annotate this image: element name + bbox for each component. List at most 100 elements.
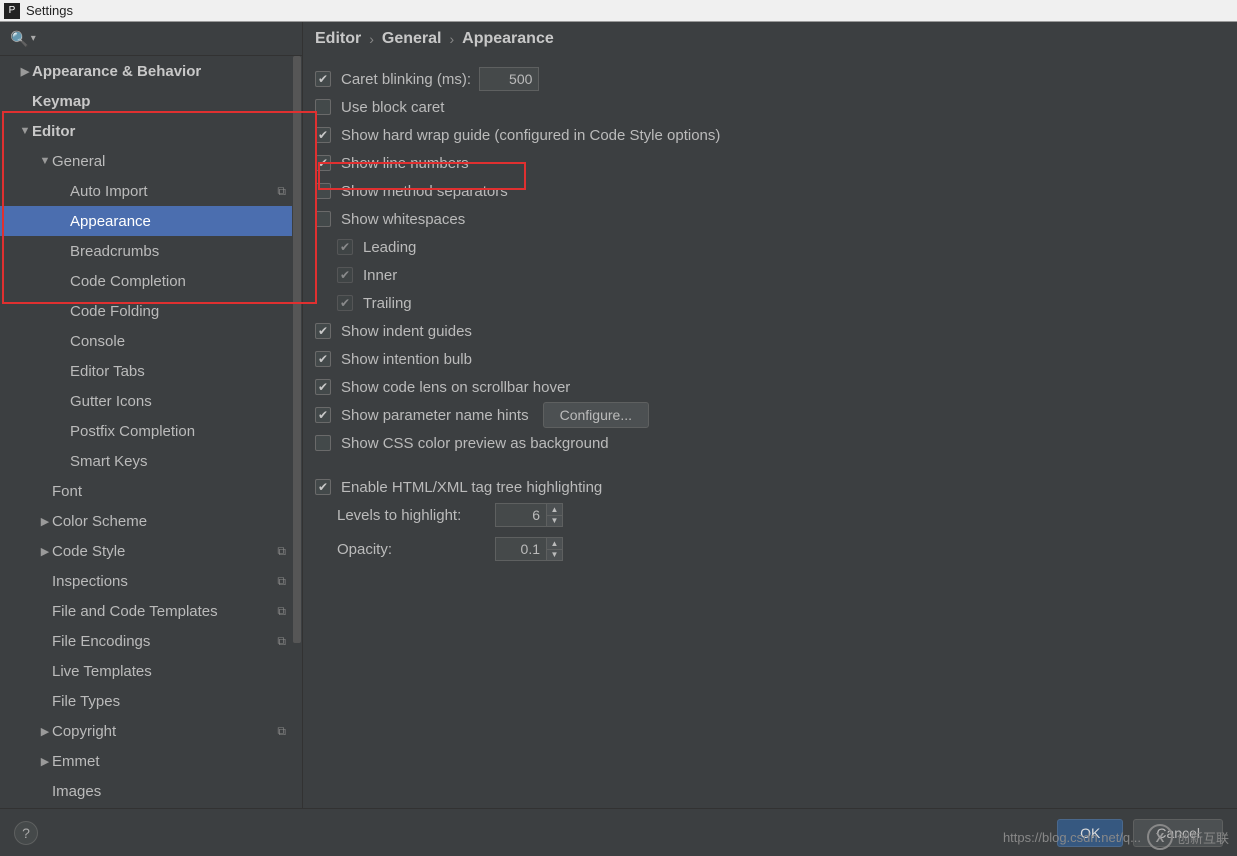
param-hints-label: Show parameter name hints: [341, 407, 529, 424]
tree-arrow-icon[interactable]: [18, 125, 32, 137]
hard-wrap-checkbox[interactable]: [315, 127, 331, 143]
ws-leading-label: Leading: [363, 239, 416, 256]
tree-item-file-types[interactable]: File Types: [0, 686, 302, 716]
tree-item-live-templates[interactable]: Live Templates: [0, 656, 302, 686]
copy-icon[interactable]: ⧉: [277, 574, 286, 589]
tree-item-label: Code Completion: [70, 273, 302, 290]
tree-arrow-icon[interactable]: [18, 65, 32, 78]
tree-arrow-icon[interactable]: [38, 545, 52, 558]
copy-icon[interactable]: ⧉: [277, 634, 286, 649]
line-numbers-checkbox[interactable]: [315, 155, 331, 171]
tree-item-label: Color Scheme: [52, 513, 302, 530]
tree-item-label: Gutter Icons: [70, 393, 302, 410]
copy-icon[interactable]: ⧉: [277, 724, 286, 739]
levels-down-icon[interactable]: ▼: [547, 516, 562, 527]
watermark-logo-icon: X: [1147, 824, 1173, 850]
watermark-brand: 创新互联: [1177, 828, 1229, 847]
sidebar-scrollbar-track[interactable]: [292, 56, 302, 808]
tree-item-postfix-completion[interactable]: Postfix Completion: [0, 416, 302, 446]
tree-item-copyright[interactable]: Copyright⧉: [0, 716, 302, 746]
watermark: https://blog.csdn.net/q... X 创新互联: [1003, 824, 1229, 850]
caret-blinking-input[interactable]: [479, 67, 539, 91]
tree-item-auto-import[interactable]: Auto Import⧉: [0, 176, 302, 206]
tree-item-appearance-behavior[interactable]: Appearance & Behavior: [0, 56, 302, 86]
param-hints-checkbox[interactable]: [315, 407, 331, 423]
levels-up-icon[interactable]: ▲: [547, 504, 562, 516]
titlebar: P Settings: [0, 0, 1237, 22]
tree-item-code-folding[interactable]: Code Folding: [0, 296, 302, 326]
settings-main: Editor › General › Appearance Caret blin…: [303, 22, 1237, 808]
method-separators-label: Show method separators: [341, 183, 508, 200]
opacity-up-icon[interactable]: ▲: [547, 538, 562, 550]
tree-item-label: File Types: [52, 693, 302, 710]
tree-item-label: Images: [52, 783, 302, 800]
tag-tree-label: Enable HTML/XML tag tree highlighting: [341, 479, 602, 496]
css-preview-checkbox[interactable]: [315, 435, 331, 451]
breadcrumb-item[interactable]: Appearance: [462, 30, 554, 48]
tree-item-general[interactable]: General: [0, 146, 302, 176]
tree-item-label: General: [52, 153, 302, 170]
breadcrumb-item[interactable]: General: [382, 30, 442, 48]
css-preview-label: Show CSS color preview as background: [341, 435, 609, 452]
copy-icon[interactable]: ⧉: [277, 604, 286, 619]
whitespaces-label: Show whitespaces: [341, 211, 465, 228]
tree-item-file-encodings[interactable]: File Encodings⧉: [0, 626, 302, 656]
tree-item-label: Editor: [32, 123, 302, 140]
tree-item-code-completion[interactable]: Code Completion: [0, 266, 302, 296]
tree-item-editor-tabs[interactable]: Editor Tabs: [0, 356, 302, 386]
hard-wrap-label: Show hard wrap guide (configured in Code…: [341, 127, 720, 144]
tree-arrow-icon[interactable]: [38, 755, 52, 768]
opacity-down-icon[interactable]: ▼: [547, 550, 562, 561]
opacity-input[interactable]: [495, 537, 547, 561]
ws-inner-checkbox: [337, 267, 353, 283]
tree-item-file-and-code-templates[interactable]: File and Code Templates⧉: [0, 596, 302, 626]
configure-button[interactable]: Configure...: [543, 402, 649, 428]
indent-guides-label: Show indent guides: [341, 323, 472, 340]
tree-arrow-icon[interactable]: [38, 725, 52, 738]
tree-item-label: Breadcrumbs: [70, 243, 302, 260]
tree-item-gutter-icons[interactable]: Gutter Icons: [0, 386, 302, 416]
tree-arrow-icon[interactable]: [38, 515, 52, 528]
tree-item-breadcrumbs[interactable]: Breadcrumbs: [0, 236, 302, 266]
tree-item-images[interactable]: Images: [0, 776, 302, 806]
whitespaces-checkbox[interactable]: [315, 211, 331, 227]
levels-input[interactable]: [495, 503, 547, 527]
tree-item-inspections[interactable]: Inspections⧉: [0, 566, 302, 596]
tree-item-label: Postfix Completion: [70, 423, 302, 440]
tree-item-color-scheme[interactable]: Color Scheme: [0, 506, 302, 536]
tree-arrow-icon[interactable]: [38, 155, 52, 167]
indent-guides-checkbox[interactable]: [315, 323, 331, 339]
copy-icon[interactable]: ⧉: [277, 544, 286, 559]
tree-item-label: Emmet: [52, 753, 302, 770]
help-button[interactable]: ?: [14, 821, 38, 845]
intention-bulb-checkbox[interactable]: [315, 351, 331, 367]
tree-item-emmet[interactable]: Emmet: [0, 746, 302, 776]
breadcrumb-item[interactable]: Editor: [315, 30, 361, 48]
tree-item-label: Code Folding: [70, 303, 302, 320]
tree-item-console[interactable]: Console: [0, 326, 302, 356]
search-dropdown-icon[interactable]: ▾: [31, 33, 36, 44]
tree-item-appearance[interactable]: Appearance: [0, 206, 302, 236]
sidebar-scrollbar-thumb[interactable]: [293, 56, 301, 643]
tree-item-label: Keymap: [32, 93, 302, 110]
tree-item-code-style[interactable]: Code Style⧉: [0, 536, 302, 566]
caret-blinking-checkbox[interactable]: [315, 71, 331, 87]
tree-item-font[interactable]: Font: [0, 476, 302, 506]
code-lens-checkbox[interactable]: [315, 379, 331, 395]
settings-search[interactable]: 🔍▾: [0, 22, 302, 56]
tree-item-editor[interactable]: Editor: [0, 116, 302, 146]
tree-item-keymap[interactable]: Keymap: [0, 86, 302, 116]
tag-tree-checkbox[interactable]: [315, 479, 331, 495]
tree-item-smart-keys[interactable]: Smart Keys: [0, 446, 302, 476]
tree-item-label: Auto Import: [70, 183, 302, 200]
block-caret-checkbox[interactable]: [315, 99, 331, 115]
ws-trailing-label: Trailing: [363, 295, 412, 312]
tree-item-label: Console: [70, 333, 302, 350]
app-icon: P: [4, 3, 20, 19]
watermark-url: https://blog.csdn.net/q...: [1003, 830, 1141, 845]
tree-item-label: Font: [52, 483, 302, 500]
tree-item-label: Copyright: [52, 723, 302, 740]
copy-icon[interactable]: ⧉: [277, 184, 286, 199]
method-separators-checkbox[interactable]: [315, 183, 331, 199]
tree-item-label: Editor Tabs: [70, 363, 302, 380]
